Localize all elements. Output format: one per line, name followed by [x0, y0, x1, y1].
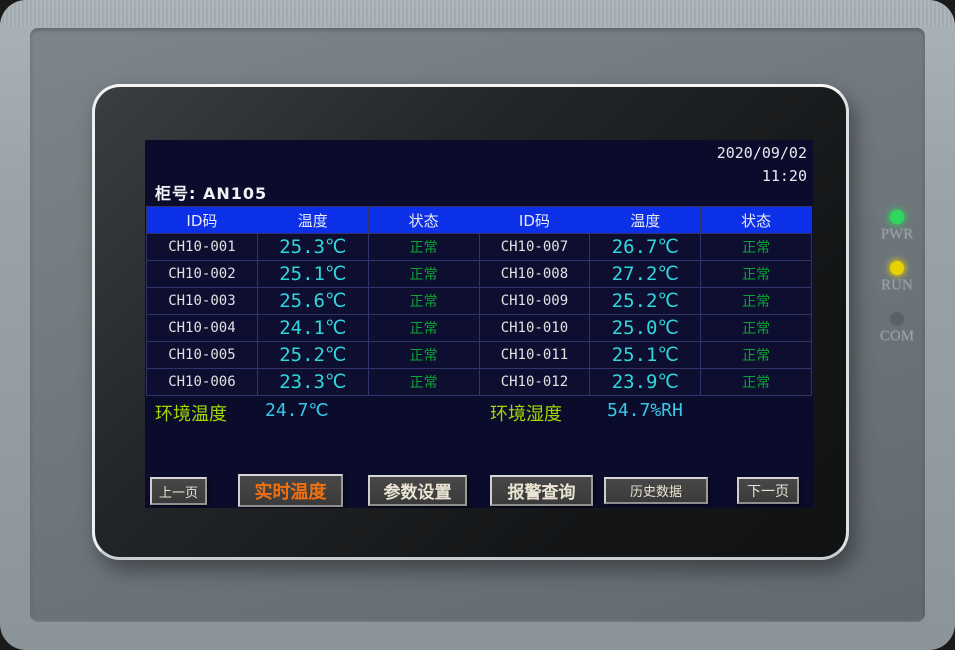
channel-temp: 24.1℃: [258, 315, 368, 341]
channel-temp: 23.9℃: [590, 369, 700, 395]
channel-temp: 23.3℃: [258, 369, 368, 395]
channel-status: 正常: [701, 342, 811, 368]
column-header: 温度: [590, 207, 700, 233]
channel-temp: 25.0℃: [590, 315, 700, 341]
channel-status: 正常: [369, 315, 479, 341]
channel-id: CH10-010: [480, 315, 590, 341]
date-display: 2020/09/02: [717, 144, 807, 162]
column-header: 状态: [701, 207, 811, 233]
channel-status: 正常: [369, 342, 479, 368]
column-header: 温度: [258, 207, 368, 233]
time-display: 11:20: [762, 167, 807, 185]
channel-id: CH10-005: [147, 342, 257, 368]
channel-id: CH10-002: [147, 261, 257, 287]
channel-status: 正常: [701, 369, 811, 395]
pwr-led-label: PWR: [866, 226, 928, 243]
channel-temp: 25.2℃: [258, 342, 368, 368]
channel-status: 正常: [369, 261, 479, 287]
next-page-button[interactable]: 下一页: [737, 477, 799, 504]
touch-display[interactable]: 2020/09/02 11:20 柜号: AN105 ID码 温度 状态 ID码…: [145, 140, 813, 508]
channel-temp: 25.2℃: [590, 288, 700, 314]
ambient-temp-value: 24.7℃: [265, 400, 329, 421]
pwr-led-group: PWR: [866, 210, 928, 243]
channel-status: 正常: [701, 234, 811, 260]
column-header: ID码: [147, 207, 257, 233]
channel-id: CH10-007: [480, 234, 590, 260]
column-header: 状态: [369, 207, 479, 233]
parameter-settings-button[interactable]: 参数设置: [368, 475, 467, 506]
channel-id: CH10-009: [480, 288, 590, 314]
channel-temp: 26.7℃: [590, 234, 700, 260]
channel-id: CH10-003: [147, 288, 257, 314]
channel-id: CH10-004: [147, 315, 257, 341]
hmi-device: 2020/09/02 11:20 柜号: AN105 ID码 温度 状态 ID码…: [0, 0, 955, 650]
channel-status: 正常: [369, 369, 479, 395]
channel-id: CH10-008: [480, 261, 590, 287]
run-led-icon: [890, 261, 904, 275]
alarm-query-button[interactable]: 报警查询: [490, 475, 593, 506]
channel-status: 正常: [701, 315, 811, 341]
history-data-button[interactable]: 历史数据: [604, 477, 708, 504]
column-header: ID码: [480, 207, 590, 233]
prev-page-button[interactable]: 上一页: [150, 477, 207, 505]
ambient-humidity-value: 54.7%RH: [607, 400, 683, 421]
status-led-panel: PWR RUN COM: [866, 210, 928, 363]
com-led-label: COM: [866, 328, 928, 345]
ambient-humidity-label: 环境湿度: [490, 400, 562, 426]
channel-temp: 25.3℃: [258, 234, 368, 260]
channel-temp: 25.1℃: [258, 261, 368, 287]
channel-id: CH10-011: [480, 342, 590, 368]
channel-status: 正常: [701, 261, 811, 287]
channel-temp: 27.2℃: [590, 261, 700, 287]
channel-status: 正常: [701, 288, 811, 314]
channel-temp: 25.6℃: [258, 288, 368, 314]
run-led-label: RUN: [866, 277, 928, 294]
channel-id: CH10-001: [147, 234, 257, 260]
realtime-temp-button[interactable]: 实时温度: [238, 474, 343, 507]
channel-status: 正常: [369, 234, 479, 260]
channel-status: 正常: [369, 288, 479, 314]
channel-id: CH10-006: [147, 369, 257, 395]
channel-temp: 25.1℃: [590, 342, 700, 368]
run-led-group: RUN: [866, 261, 928, 294]
top-vent-texture: [0, 0, 955, 26]
ambient-temp-label: 环境温度: [155, 400, 227, 426]
com-led-icon: [890, 312, 904, 326]
com-led-group: COM: [866, 312, 928, 345]
pwr-led-icon: [890, 210, 904, 224]
channel-id: CH10-012: [480, 369, 590, 395]
temperature-table: ID码 温度 状态 ID码 温度 状态 CH10-001 25.3℃ 正常 CH…: [146, 206, 812, 396]
cabinet-number-label: 柜号: AN105: [155, 180, 267, 204]
